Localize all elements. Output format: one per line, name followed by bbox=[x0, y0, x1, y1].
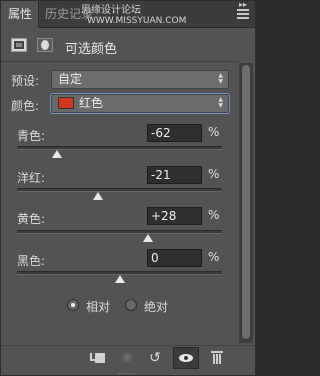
slider-value-field[interactable]: -21 bbox=[147, 166, 202, 184]
panel-menu-icon[interactable] bbox=[237, 9, 249, 19]
slider-unit: % bbox=[208, 125, 220, 139]
view-previous-state-icon[interactable]: ◉ bbox=[118, 350, 136, 366]
slider-unit: % bbox=[208, 208, 220, 222]
colors-value: 红色 bbox=[79, 96, 104, 110]
tab-properties[interactable]: 属性 bbox=[1, 1, 39, 28]
preset-select[interactable]: 自定 ▲ ▼ bbox=[51, 70, 229, 89]
radio-relative[interactable] bbox=[67, 299, 79, 311]
slider-track[interactable] bbox=[17, 146, 222, 150]
slider-label: 青色: bbox=[17, 129, 46, 143]
selective-color-icon[interactable] bbox=[11, 38, 27, 52]
slider-label: 洋红: bbox=[17, 171, 46, 185]
preset-label: 预设: bbox=[11, 74, 40, 88]
watermark: 思缘设计论坛 bbox=[81, 5, 141, 16]
slider-handle[interactable] bbox=[142, 234, 153, 242]
slider-value-field[interactable]: 0 bbox=[147, 249, 202, 267]
scrollbar-thumb[interactable] bbox=[242, 65, 250, 339]
slider-label: 黑色: bbox=[17, 254, 46, 268]
panel-header: 可选颜色 bbox=[1, 29, 255, 61]
slider-track[interactable] bbox=[17, 230, 222, 234]
colors-label: 颜色: bbox=[11, 99, 40, 113]
select-arrows-icon: ▲ ▼ bbox=[218, 72, 223, 85]
slider-track[interactable] bbox=[17, 188, 222, 192]
resize-grip[interactable] bbox=[118, 373, 134, 375]
slider-handle[interactable] bbox=[51, 150, 62, 158]
bottom-toolbar: ◉ ↺ bbox=[1, 345, 255, 371]
panel-title: 可选颜色 bbox=[65, 42, 118, 57]
header-divider bbox=[1, 61, 239, 62]
slider-unit: % bbox=[208, 250, 220, 264]
mask-icon[interactable] bbox=[37, 38, 53, 52]
radio-absolute[interactable] bbox=[125, 299, 137, 311]
properties-panel: 属性 历史记录 思缘设计论坛 WWW.MISSYUAN.COM ▸▸ 可选颜色 … bbox=[0, 0, 256, 376]
slider-handle[interactable] bbox=[114, 275, 125, 283]
radio-absolute-label: 绝对 bbox=[144, 300, 169, 314]
watermark-line-1: 思缘设计论坛 bbox=[81, 5, 141, 16]
watermark-line-2: WWW.MISSYUAN.COM bbox=[87, 16, 187, 26]
radio-relative-label: 相对 bbox=[86, 300, 111, 314]
reset-icon[interactable]: ↺ bbox=[146, 350, 164, 366]
slider-label: 黄色: bbox=[17, 212, 46, 226]
clip-to-layer-icon[interactable] bbox=[90, 350, 108, 366]
eye-icon[interactable] bbox=[173, 347, 199, 369]
trash-icon[interactable] bbox=[209, 350, 227, 366]
preset-value: 自定 bbox=[58, 72, 83, 86]
tab-bar: 属性 历史记录 思缘设计论坛 WWW.MISSYUAN.COM ▸▸ bbox=[1, 0, 255, 28]
select-arrows-icon: ▲ ▼ bbox=[218, 96, 223, 109]
collapse-icon[interactable]: ▸▸ bbox=[239, 0, 247, 9]
slider-unit: % bbox=[208, 167, 220, 181]
colors-select[interactable]: 红色 ▲ ▼ bbox=[51, 94, 229, 113]
slider-value-field[interactable]: +28 bbox=[147, 207, 202, 225]
color-swatch bbox=[58, 96, 74, 109]
slider-handle[interactable] bbox=[93, 192, 104, 200]
slider-value-field[interactable]: -62 bbox=[147, 124, 202, 142]
